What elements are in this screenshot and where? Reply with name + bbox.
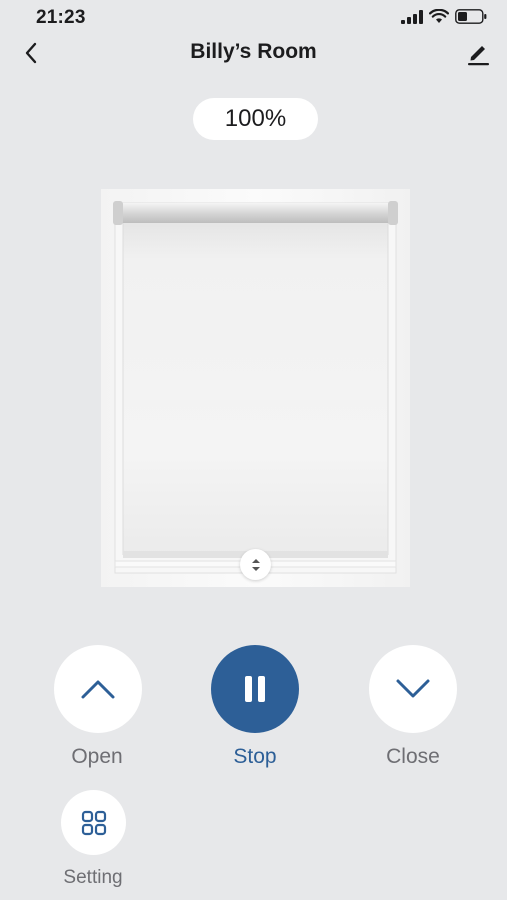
nav-bar: Billy’s Room [0, 36, 507, 70]
position-label: 100% [224, 105, 287, 132]
chevron-down-icon [396, 679, 430, 698]
open-button[interactable] [54, 645, 142, 733]
up-down-arrows-icon [251, 558, 260, 571]
setting-label: Setting [63, 867, 123, 888]
status-icons [401, 9, 487, 24]
battery-icon [455, 9, 487, 24]
chevron-up-icon [81, 680, 115, 699]
wifi-icon [429, 9, 449, 23]
signal-icon [401, 9, 423, 24]
close-button[interactable] [369, 645, 457, 733]
stop-button[interactable] [211, 645, 299, 733]
pause-icon [245, 676, 265, 702]
status-bar: 21:23 [0, 0, 507, 36]
close-label: Close [386, 745, 440, 768]
blind-illustration [101, 189, 410, 587]
page-title: Billy’s Room [190, 40, 317, 63]
edit-button[interactable] [463, 38, 493, 68]
stop-label: Stop [233, 745, 277, 768]
status-time: 21:23 [36, 7, 86, 28]
position-drag-handle[interactable] [240, 549, 271, 580]
position-indicator: 100% [193, 98, 318, 140]
grid-icon [81, 810, 106, 835]
setting-button[interactable] [61, 790, 126, 855]
open-label: Open [71, 745, 123, 768]
blind-preview [101, 189, 410, 587]
pencil-icon [468, 46, 489, 66]
